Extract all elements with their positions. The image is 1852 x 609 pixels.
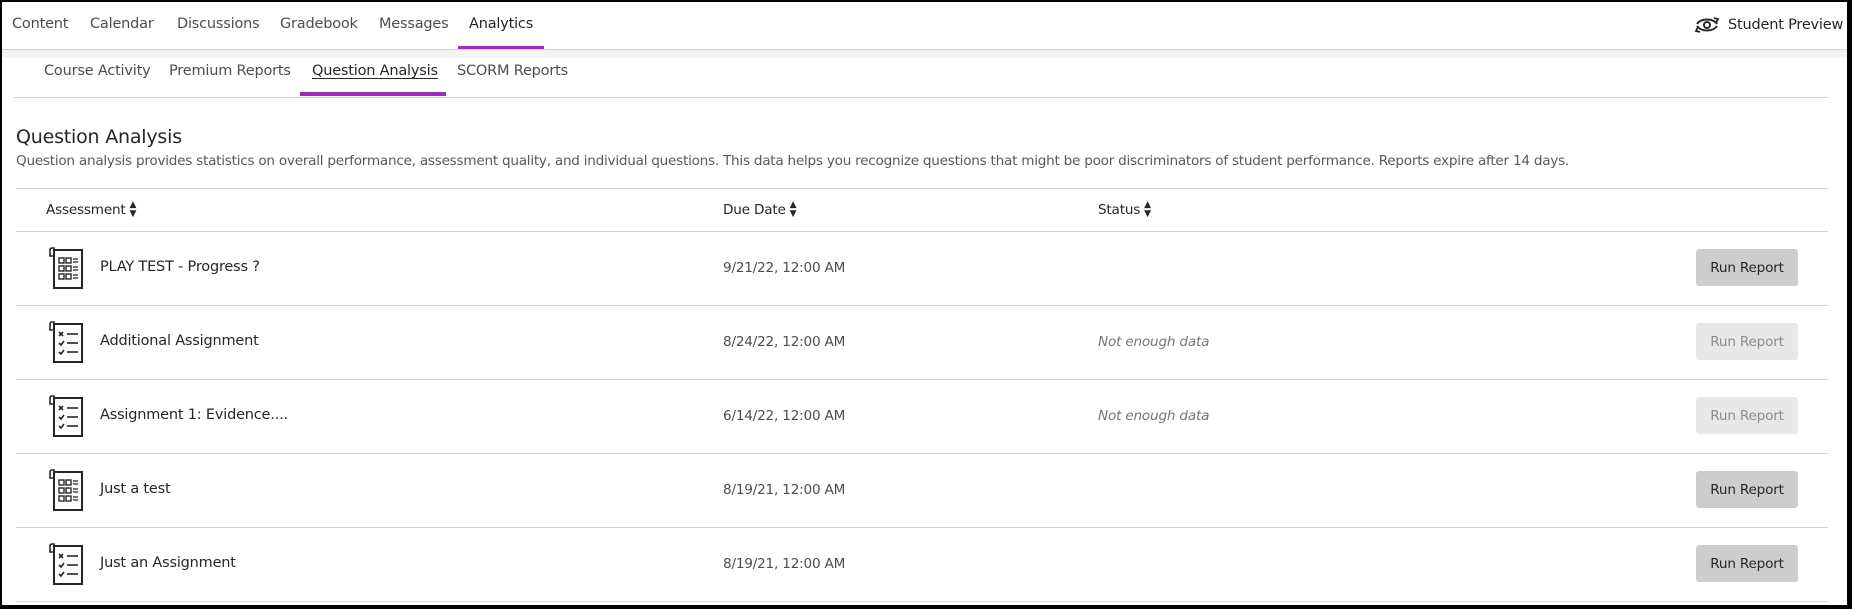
tab-calendar[interactable]: Calendar [90, 16, 154, 32]
top-nav: Content Calendar Discussions Gradebook M… [2, 2, 1847, 49]
test-icon [47, 468, 87, 512]
assignment-icon [47, 542, 87, 586]
sort-icon: ▲ ▼ [1144, 200, 1151, 219]
table-row: Assignment 1: Evidence.... 6/14/22, 12:0… [16, 380, 1828, 454]
nav-divider-band [2, 49, 1847, 58]
eye-refresh-icon [1694, 17, 1720, 33]
table-row: Just an Assignment 8/19/21, 12:00 AM Run… [16, 528, 1828, 602]
run-report-button[interactable]: Run Report [1696, 323, 1798, 360]
test-icon [47, 246, 87, 290]
due-date: 9/21/22, 12:00 AM [723, 260, 846, 276]
app-frame: Content Calendar Discussions Gradebook M… [2, 2, 1847, 605]
run-report-button[interactable]: Run Report [1696, 545, 1798, 582]
column-header-assessment[interactable]: Assessment ▲ ▼ [46, 201, 136, 219]
due-date: 8/19/21, 12:00 AM [723, 556, 846, 572]
assessment-name[interactable]: Just an Assignment [100, 555, 236, 571]
subtab-question-analysis[interactable]: Question Analysis [312, 63, 438, 79]
tab-analytics[interactable]: Analytics [469, 16, 533, 32]
assessment-name[interactable]: Additional Assignment [100, 333, 259, 349]
assessment-name[interactable]: PLAY TEST - Progress ? [100, 259, 260, 275]
column-header-status[interactable]: Status ▲ ▼ [1098, 201, 1151, 219]
assessment-name[interactable]: Just a test [100, 481, 171, 497]
table-row: Additional Assignment 8/24/22, 12:00 AM … [16, 306, 1828, 380]
row-divider [16, 601, 1828, 602]
student-preview-label: Student Preview [1728, 17, 1844, 33]
assignment-icon [47, 320, 87, 364]
assessment-name[interactable]: Assignment 1: Evidence.... [100, 407, 288, 423]
tab-gradebook[interactable]: Gradebook [280, 16, 358, 32]
due-date: 6/14/22, 12:00 AM [723, 408, 846, 424]
due-date: 8/24/22, 12:00 AM [723, 334, 846, 350]
column-label: Status [1098, 202, 1141, 218]
column-label: Due Date [723, 202, 786, 218]
subtab-course-activity[interactable]: Course Activity [44, 63, 151, 79]
table-row: PLAY TEST - Progress ? 9/21/22, 12:00 AM… [16, 232, 1828, 306]
subnav-divider [14, 97, 1828, 98]
run-report-button[interactable]: Run Report [1696, 249, 1798, 286]
run-report-button[interactable]: Run Report [1696, 471, 1798, 508]
table-top-divider [16, 188, 1828, 189]
subtab-scorm-reports[interactable]: SCORM Reports [457, 63, 568, 79]
tab-messages[interactable]: Messages [379, 16, 449, 32]
student-preview-button[interactable]: Student Preview [1694, 15, 1843, 35]
tab-content[interactable]: Content [12, 16, 68, 32]
tab-discussions[interactable]: Discussions [177, 16, 260, 32]
run-report-button[interactable]: Run Report [1696, 397, 1798, 434]
column-label: Assessment [46, 202, 126, 218]
page-title: Question Analysis [16, 126, 182, 148]
status-text: Not enough data [1098, 408, 1210, 424]
sort-icon: ▲ ▼ [789, 200, 797, 219]
table-row: Just a test 8/19/21, 12:00 AM Run Report [16, 454, 1828, 528]
page-description: Question analysis provides statistics on… [16, 153, 1569, 169]
column-header-due-date[interactable]: Due Date ▲ ▼ [723, 200, 797, 219]
active-subtab-indicator [300, 92, 446, 96]
subtab-premium-reports[interactable]: Premium Reports [169, 63, 291, 79]
sort-icon: ▲ ▼ [129, 200, 137, 219]
due-date: 8/19/21, 12:00 AM [723, 482, 846, 498]
status-text: Not enough data [1098, 334, 1210, 350]
assignment-icon [47, 394, 87, 438]
